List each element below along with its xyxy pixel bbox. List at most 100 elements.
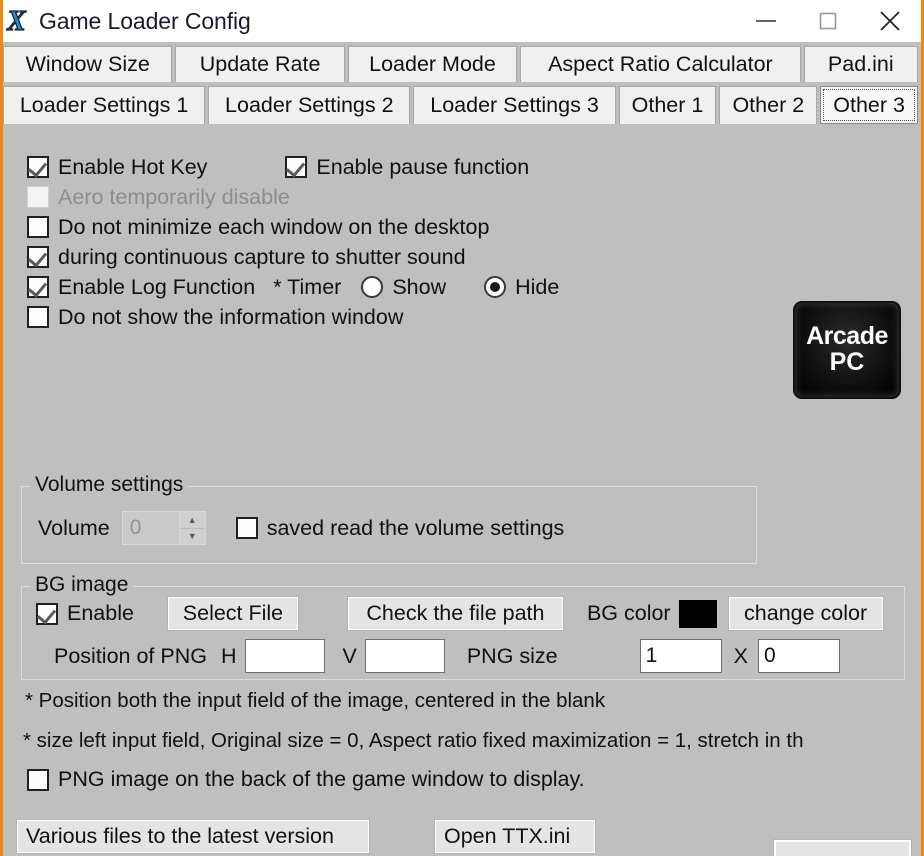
maximize-icon	[819, 12, 837, 30]
bg-color-label: BG color	[586, 601, 671, 625]
checkbox-enable-log-function[interactable]: Enable Log Function	[27, 275, 255, 300]
minimize-icon	[756, 20, 776, 22]
volume-value: 0	[129, 516, 142, 539]
stepper-down-icon[interactable]: ▼	[179, 528, 205, 544]
options-checkbox-group: Enable Hot Key Enable pause function Aer…	[27, 152, 559, 332]
checkbox-box	[235, 517, 258, 539]
minimize-button[interactable]	[735, 0, 797, 42]
radio-label: Hide	[515, 274, 560, 299]
input-value: 0	[764, 644, 776, 667]
radio-timer-hide[interactable]: Hide	[484, 275, 559, 300]
tab-pad-ini[interactable]: Pad.ini	[803, 46, 918, 82]
tab-label: Loader Settings 1	[19, 93, 189, 117]
bg-image-group: BG image Enable Select File Check the fi…	[21, 573, 905, 680]
checkbox-label: Enable Hot Key	[58, 154, 208, 179]
tab-loader-settings-3[interactable]: Loader Settings 3	[413, 86, 616, 124]
tab-loader-mode[interactable]: Loader Mode	[347, 46, 518, 82]
png-size-multiply-label: X	[733, 643, 748, 668]
application-window: X Game Loader Config Window Size Update	[0, 0, 924, 856]
button-label: Open TTX.ini	[444, 824, 571, 848]
tab-bar-row-1: Window Size Update Rate Loader Mode Aspe…	[3, 42, 921, 82]
volume-label: Volume	[38, 515, 110, 540]
group-title: Volume settings	[30, 473, 189, 497]
checkbox-bg-enable[interactable]: Enable	[36, 601, 134, 626]
tab-label: Other 1	[631, 93, 704, 117]
tab-panel-other-3: Enable Hot Key Enable pause function Aer…	[3, 124, 921, 856]
tab-update-rate[interactable]: Update Rate	[175, 46, 345, 82]
change-color-button[interactable]: change color	[727, 596, 884, 631]
png-size-label: PNG size	[466, 643, 558, 668]
png-position-v-input[interactable]	[364, 639, 445, 673]
tab-label: Other 2	[732, 93, 805, 117]
bg-image-row-2: Position of PNG H V PNG size 1 X 0	[36, 639, 840, 673]
tab-aspect-ratio-calculator[interactable]: Aspect Ratio Calculator	[520, 46, 801, 82]
svg-text:X: X	[6, 6, 27, 36]
tab-label: Other 3	[833, 92, 905, 117]
checkbox-box	[27, 216, 49, 238]
volume-stepper[interactable]: 0 ▲ ▼	[121, 511, 206, 545]
checkbox-label: Do not show the information window	[58, 304, 404, 329]
button-label: Select File	[182, 601, 284, 625]
close-icon	[880, 11, 900, 31]
tab-other-1[interactable]: Other 1	[618, 86, 717, 124]
open-ttx-ini-button[interactable]: Open TTX.ini	[434, 819, 596, 854]
checkbox-enable-pause-function[interactable]: Enable pause function	[285, 155, 529, 180]
checkbox-label: Enable Log Function	[58, 274, 256, 299]
radio-timer-show[interactable]: Show	[361, 275, 446, 300]
tab-label: Loader Mode	[369, 52, 496, 76]
tab-other-2[interactable]: Other 2	[719, 86, 818, 124]
checkbox-do-not-show-info-window[interactable]: Do not show the information window	[27, 305, 403, 330]
tab-bar-row-2: Loader Settings 1 Loader Settings 2 Load…	[3, 82, 921, 124]
tab-window-size[interactable]: Window Size	[3, 46, 173, 82]
logo-line-2: PC	[829, 348, 865, 377]
stepper-up-icon[interactable]: ▲	[179, 512, 205, 529]
checkbox-saved-read-volume[interactable]: saved read the volume settings	[235, 515, 565, 541]
checkbox-box	[27, 306, 49, 328]
checkbox-box	[27, 276, 49, 298]
v-label: V	[342, 643, 357, 668]
stepper-arrows: ▲ ▼	[178, 512, 205, 544]
checkbox-box	[27, 186, 49, 208]
check-file-path-button[interactable]: Check the file path	[346, 596, 564, 631]
checkbox-box	[285, 156, 308, 178]
group-title: BG image	[30, 573, 134, 597]
update-files-button[interactable]: Various files to the latest version	[16, 819, 370, 854]
png-position-h-input[interactable]	[244, 639, 325, 673]
close-button[interactable]	[859, 0, 921, 42]
language-ini-button-group: Various files to the latest version To e…	[16, 819, 411, 856]
arcade-pc-logo: Arcade PC	[793, 301, 901, 399]
volume-settings-body: Volume 0 ▲ ▼ saved read the volume setti…	[38, 511, 564, 545]
save-button[interactable]: Save	[773, 839, 912, 856]
checkbox-enable-hot-key[interactable]: Enable Hot Key	[27, 155, 207, 180]
h-label: H	[220, 643, 237, 668]
timer-label: * Timer	[273, 274, 342, 299]
checkbox-label: Do not minimize each window on the deskt…	[58, 214, 490, 239]
tab-loader-settings-1[interactable]: Loader Settings 1	[3, 86, 206, 124]
input-value: 1	[645, 644, 658, 667]
checkbox-label: Enable	[67, 601, 134, 625]
radio-label: Show	[392, 274, 447, 299]
bg-color-swatch[interactable]	[678, 599, 717, 628]
checkbox-label: saved read the volume settings	[266, 515, 565, 540]
checkbox-box	[27, 246, 49, 268]
checkbox-label: Aero temporarily disable	[58, 184, 290, 209]
png-size-height-input[interactable]: 0	[758, 639, 840, 673]
tab-loader-settings-2[interactable]: Loader Settings 2	[208, 86, 411, 124]
title-bar: X Game Loader Config	[3, 0, 921, 42]
checkbox-box	[27, 768, 49, 791]
action-button-group: Save Return	[773, 839, 912, 856]
maximize-button[interactable]	[797, 0, 859, 42]
position-of-png-label: Position of PNG	[54, 643, 207, 668]
x-logo-icon: X	[3, 1, 37, 41]
tab-other-3[interactable]: Other 3	[820, 86, 918, 124]
tab-label: Loader Settings 2	[225, 93, 394, 117]
note-size-hint: * size left input field, Original size =…	[23, 729, 804, 752]
tab-label: Pad.ini	[827, 52, 894, 76]
select-file-button[interactable]: Select File	[166, 596, 299, 631]
png-size-width-input[interactable]: 1	[639, 639, 722, 673]
checkbox-do-not-minimize[interactable]: Do not minimize each window on the deskt…	[27, 215, 489, 240]
checkbox-png-on-back[interactable]: PNG image on the back of the game window…	[27, 767, 585, 792]
checkbox-shutter-sound[interactable]: during continuous capture to shutter sou…	[27, 245, 466, 270]
checkbox-label: PNG image on the back of the game window…	[58, 767, 585, 791]
note-position-hint: * Position both the input field of the i…	[25, 689, 606, 712]
